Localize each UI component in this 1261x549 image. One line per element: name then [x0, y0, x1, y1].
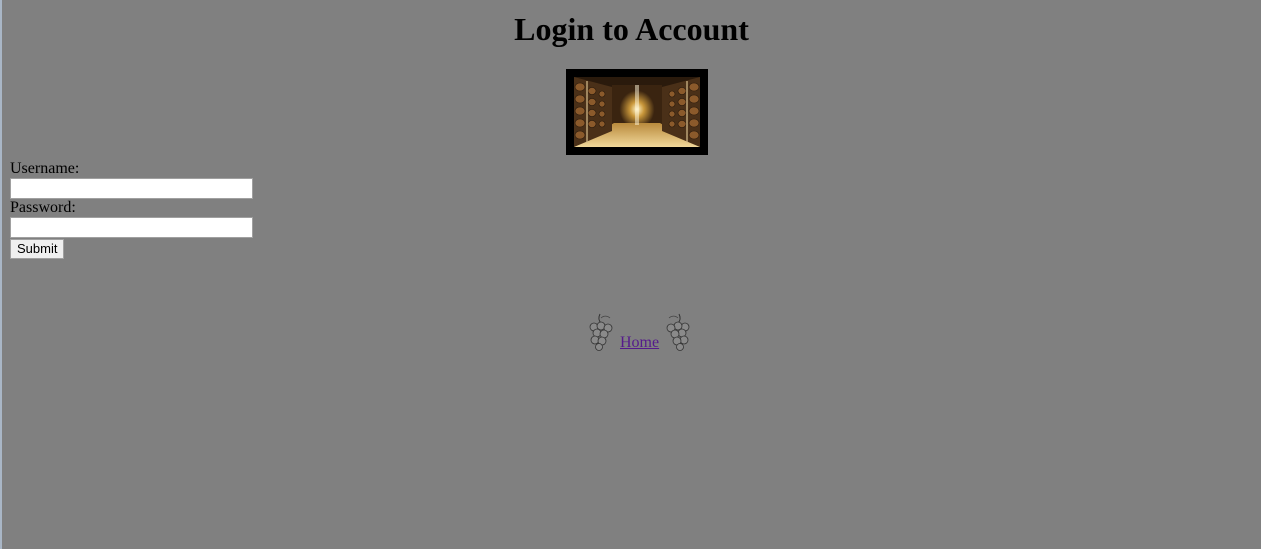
- grape-cluster-icon: [588, 312, 616, 352]
- home-link[interactable]: Home: [620, 334, 659, 352]
- submit-button[interactable]: Submit: [10, 239, 65, 259]
- footer-nav: Home: [588, 310, 691, 352]
- page-title: Login to Account: [514, 11, 749, 47]
- grape-cluster-icon: [663, 312, 691, 352]
- wine-cellar-image: [574, 77, 700, 147]
- username-label: Username:: [10, 160, 80, 177]
- password-label: Password:: [10, 199, 76, 216]
- username-field[interactable]: [10, 178, 253, 199]
- login-form: Username: Password: Submit: [10, 160, 270, 259]
- password-field[interactable]: [10, 217, 253, 238]
- wine-cellar-banner-image: [566, 69, 708, 155]
